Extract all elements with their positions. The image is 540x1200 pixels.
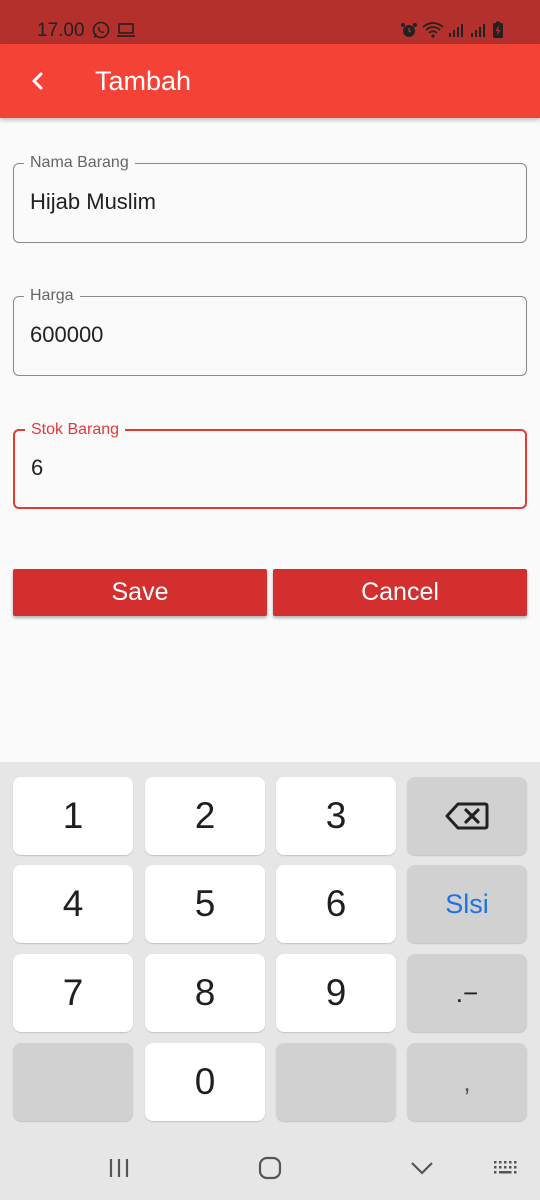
- status-right-icons: [400, 21, 504, 44]
- status-time: 17.00: [37, 20, 85, 41]
- back-chevron-icon: [411, 1162, 433, 1175]
- home-icon: [258, 1156, 282, 1180]
- chevron-left-icon: [32, 72, 43, 90]
- backspace-icon: [445, 802, 489, 830]
- whatsapp-icon: [92, 21, 110, 44]
- key-6[interactable]: 6: [276, 865, 396, 943]
- nav-back-button[interactable]: [402, 1154, 442, 1182]
- cancel-button[interactable]: Cancel: [273, 569, 527, 616]
- numeric-keyboard: 1 2 3 4 5 6 Slsi 7 8 9 .− 0 ,: [0, 762, 540, 1136]
- navigation-bar: [0, 1136, 540, 1200]
- battery-charging-icon: [492, 21, 504, 44]
- stok-barang-label: Stok Barang: [25, 420, 126, 440]
- nama-barang-value: Hijab Muslim: [30, 189, 156, 214]
- key-0[interactable]: 0: [145, 1043, 265, 1121]
- blank-key-left: [13, 1043, 133, 1121]
- signal-icon: [448, 22, 466, 43]
- status-bar: 17.00: [0, 0, 540, 44]
- app-bar: Tambah: [0, 44, 540, 118]
- key-7[interactable]: 7: [13, 954, 133, 1032]
- harga-value: 600000: [30, 322, 104, 347]
- dot-minus-key[interactable]: .−: [407, 954, 527, 1032]
- status-left-icons: [92, 21, 136, 44]
- key-1[interactable]: 1: [13, 777, 133, 855]
- next-key[interactable]: Slsi: [407, 865, 527, 943]
- page-title: Tambah: [95, 66, 192, 96]
- key-5[interactable]: 5: [145, 865, 265, 943]
- keyboard-toggle-button[interactable]: [486, 1154, 526, 1182]
- signal-icon: [470, 22, 488, 43]
- comma-key[interactable]: ,: [407, 1043, 527, 1121]
- key-8[interactable]: 8: [145, 954, 265, 1032]
- keyboard-toggle-icon: [494, 1161, 517, 1174]
- blank-key-right: [276, 1043, 396, 1121]
- backspace-key[interactable]: [407, 777, 527, 855]
- recent-apps-icon: [109, 1159, 129, 1177]
- harga-field[interactable]: Harga 600000: [13, 286, 527, 376]
- recent-apps-button[interactable]: [99, 1154, 139, 1182]
- key-9[interactable]: 9: [276, 954, 396, 1032]
- key-3[interactable]: 3: [276, 777, 396, 855]
- home-button[interactable]: [250, 1154, 290, 1182]
- stok-barang-value: 6: [31, 455, 44, 480]
- save-button[interactable]: Save: [13, 569, 267, 616]
- back-button[interactable]: [22, 64, 54, 98]
- nama-barang-field[interactable]: Nama Barang Hijab Muslim: [13, 153, 527, 243]
- wifi-icon: [422, 22, 444, 43]
- key-2[interactable]: 2: [145, 777, 265, 855]
- harga-label: Harga: [24, 286, 80, 306]
- nama-barang-label: Nama Barang: [24, 153, 135, 173]
- laptop-icon: [116, 22, 136, 43]
- stok-barang-field[interactable]: Stok Barang 6: [13, 420, 527, 509]
- alarm-icon: [400, 21, 418, 44]
- key-4[interactable]: 4: [13, 865, 133, 943]
